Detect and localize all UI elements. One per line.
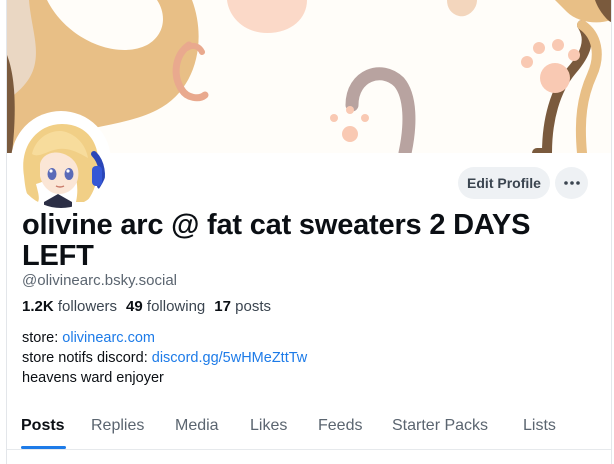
bio-line-3: heavens ward enjoyer (22, 370, 164, 386)
followers-stat[interactable]: 1.2K followers (22, 298, 117, 315)
tab-lists[interactable]: Lists (523, 417, 556, 435)
profile-bio: store: olivinearc.com store notifs disco… (22, 328, 307, 388)
avatar[interactable] (14, 114, 108, 208)
bio-store-prefix: store: (22, 330, 63, 346)
followers-count: 1.2K (22, 298, 54, 315)
bio-line-discord: store notifs discord: discord.gg/5wHMeZt… (22, 348, 307, 368)
following-stat[interactable]: 49 following (126, 298, 205, 315)
tab-likes[interactable]: Likes (250, 417, 287, 435)
banner-artwork (7, 0, 611, 153)
store-link[interactable]: olivinearc.com (62, 330, 155, 346)
tab-posts[interactable]: Posts (21, 417, 65, 435)
bio-line-store: store: olivinearc.com (22, 328, 307, 348)
followers-label: followers (57, 298, 118, 315)
right-border (611, 0, 612, 464)
more-options-button[interactable] (555, 167, 588, 199)
profile-page: Edit Profile olivine arc @ fat cat sweat… (0, 0, 614, 464)
avatar-image (14, 114, 108, 208)
tab-starter-packs[interactable]: Starter Packs (392, 417, 488, 435)
tab-replies[interactable]: Replies (91, 417, 144, 435)
profile-handle: @olivinearc.bsky.social (22, 272, 178, 289)
edit-profile-button[interactable]: Edit Profile (458, 167, 550, 199)
bio-discord-prefix: store notifs discord: (22, 350, 152, 366)
profile-stats: 1.2K followers 49 following 17 posts (22, 298, 280, 315)
tab-media[interactable]: Media (175, 417, 219, 435)
profile-banner[interactable] (7, 0, 611, 153)
profile-tabs: Posts Replies Media Likes Feeds Starter … (7, 402, 611, 450)
posts-count: 17 (214, 298, 231, 315)
following-count: 49 (126, 298, 143, 315)
discord-link[interactable]: discord.gg/5wHMeZttTw (152, 350, 308, 366)
tab-feeds[interactable]: Feeds (318, 417, 362, 435)
ellipsis-icon (563, 181, 580, 185)
posts-stat: 17 posts (214, 298, 271, 315)
tabs-divider (7, 449, 611, 450)
following-label: following (146, 298, 206, 315)
posts-label: posts (235, 298, 271, 315)
display-name: olivine arc @ fat cat sweaters 2 DAYS LE… (22, 209, 531, 272)
